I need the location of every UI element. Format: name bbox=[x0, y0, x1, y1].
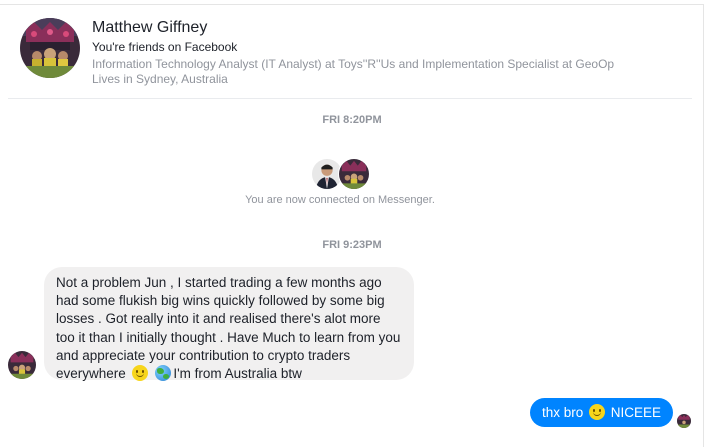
connected-avatars bbox=[311, 158, 371, 190]
timestamp: FRI 9:23PM bbox=[322, 239, 382, 251]
message-text: thx bro bbox=[542, 405, 588, 420]
sender-avatar-image bbox=[8, 351, 36, 379]
contact-name[interactable]: Matthew Giffney bbox=[92, 19, 207, 37]
outgoing-message[interactable]: thx bro NICEEE bbox=[530, 398, 673, 427]
seen-avatar bbox=[677, 414, 691, 428]
top-divider bbox=[0, 4, 704, 5]
profile-avatar[interactable] bbox=[20, 18, 80, 78]
message-text: I'm from Australia btw bbox=[173, 366, 302, 382]
incoming-message[interactable]: Not a problem Jun , I started trading a … bbox=[44, 267, 414, 382]
profile-avatar-image bbox=[20, 18, 80, 78]
connected-notice: You are now connected on Messenger. bbox=[245, 194, 435, 206]
seen-avatar-image bbox=[677, 414, 691, 428]
timestamp: FRI 8:20PM bbox=[322, 114, 382, 126]
message-text: NICEEE bbox=[607, 405, 662, 420]
contact-avatar-image bbox=[339, 159, 369, 189]
slightly-smiling-face-icon bbox=[589, 404, 606, 420]
slightly-smiling-face-icon bbox=[131, 365, 148, 382]
sender-avatar[interactable] bbox=[8, 351, 36, 379]
friendship-status: You're friends on Facebook bbox=[92, 40, 238, 54]
contact-avatar bbox=[338, 158, 370, 190]
contact-location: Lives in Sydney, Australia bbox=[92, 72, 228, 86]
contact-work: Information Technology Analyst (IT Analy… bbox=[92, 57, 615, 71]
globe-icon bbox=[155, 365, 172, 382]
messenger-window: Matthew Giffney You're friends on Facebo… bbox=[0, 0, 704, 447]
profile-header: Matthew Giffney You're friends on Facebo… bbox=[8, 8, 692, 99]
